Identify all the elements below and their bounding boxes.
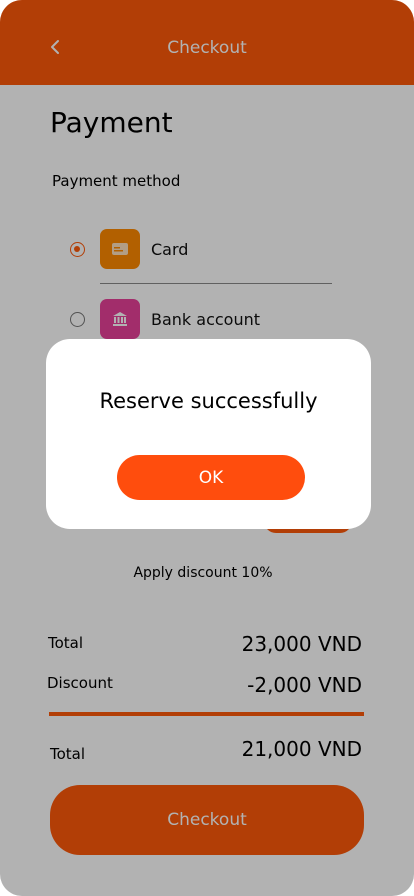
dialog-message: Reserve successfully bbox=[99, 389, 318, 413]
checkout-screen: Checkout Payment Payment method Card Ban… bbox=[0, 0, 414, 896]
success-dialog: Reserve successfully OK bbox=[46, 339, 371, 529]
ok-button[interactable]: OK bbox=[117, 455, 305, 500]
